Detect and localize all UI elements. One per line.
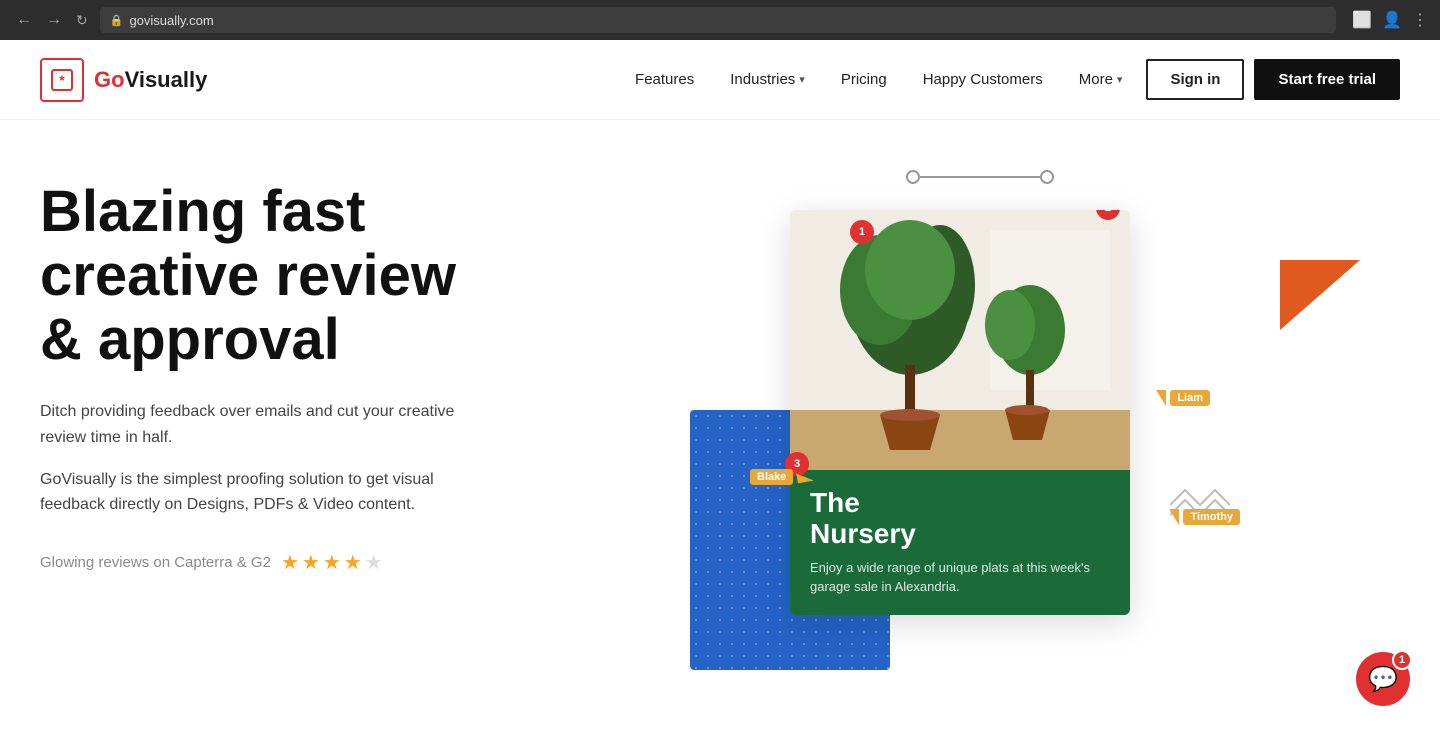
timothy-cursor-arrow bbox=[1169, 509, 1179, 525]
chat-badge: 1 bbox=[1392, 650, 1412, 670]
card-body: 2 The Nursery Enjoy a wide range of uniq… bbox=[790, 470, 1130, 615]
nav-industries[interactable]: Industries ▾ bbox=[716, 63, 819, 96]
liam-cursor-arrow bbox=[1156, 390, 1166, 406]
triangle-decoration bbox=[1280, 260, 1360, 330]
menu-icon[interactable]: ⋮ bbox=[1412, 10, 1428, 30]
browser-right-icons: ⬜ 👤 ⋮ bbox=[1352, 10, 1428, 30]
back-button[interactable]: ← bbox=[12, 9, 36, 31]
chat-icon: 💬 bbox=[1368, 665, 1398, 694]
card-image: 1 bbox=[790, 210, 1130, 470]
address-bar[interactable]: 🔒 govisually.com bbox=[100, 7, 1336, 33]
nav-happy-customers[interactable]: Happy Customers bbox=[909, 63, 1057, 96]
url-text: govisually.com bbox=[129, 13, 213, 28]
star-5: ★ bbox=[365, 550, 383, 575]
plant-illustration bbox=[790, 210, 1130, 470]
profile-icon[interactable]: 👤 bbox=[1382, 10, 1402, 30]
logo-icon: * bbox=[40, 58, 84, 102]
cursor-liam-tag: Liam bbox=[1170, 390, 1210, 406]
slider-line bbox=[920, 176, 1040, 178]
signin-button[interactable]: Sign in bbox=[1146, 59, 1244, 100]
star-4: ★ bbox=[344, 550, 362, 575]
hero-sub1: Ditch providing feedback over emails and… bbox=[40, 399, 500, 450]
star-1: ★ bbox=[281, 550, 299, 575]
hero-left: Blazing fast creative review & approval … bbox=[40, 160, 560, 736]
page: * GoVisually Features Industries ▾ Prici… bbox=[0, 40, 1440, 736]
reviews-text: Glowing reviews on Capterra & G2 bbox=[40, 554, 271, 571]
card-title: The Nursery bbox=[810, 488, 1110, 550]
card-description: Enjoy a wide range of unique plats at th… bbox=[810, 558, 1110, 597]
star-rating: ★ ★ ★ ★ ★ bbox=[281, 550, 383, 575]
cursor-timothy-tag: Timothy bbox=[1183, 509, 1240, 525]
browser-chrome: ← → ↻ 🔒 govisually.com ⬜ 👤 ⋮ bbox=[0, 0, 1440, 40]
blake-cursor-arrow bbox=[797, 470, 814, 483]
browser-nav-buttons: ← → ↻ bbox=[12, 9, 92, 31]
hero-sub2: GoVisually is the simplest proofing solu… bbox=[40, 467, 500, 518]
cursor-blake: Blake bbox=[750, 469, 813, 485]
hero-section: Blazing fast creative review & approval … bbox=[0, 120, 1440, 736]
cursor-blake-tag: Blake bbox=[750, 469, 793, 485]
chevron-down-icon: ▾ bbox=[799, 73, 805, 86]
slider-dot-right bbox=[1040, 170, 1054, 184]
nav-pricing[interactable]: Pricing bbox=[827, 63, 901, 96]
nav-links: Features Industries ▾ Pricing Happy Cust… bbox=[621, 63, 1136, 96]
logo-text: GoVisually bbox=[94, 67, 207, 93]
star-2: ★ bbox=[302, 550, 320, 575]
reviews-line: Glowing reviews on Capterra & G2 ★ ★ ★ ★… bbox=[40, 550, 560, 575]
logo[interactable]: * GoVisually bbox=[40, 58, 207, 102]
mockup-container: 3 Blake 1 bbox=[730, 210, 1230, 615]
svg-text:*: * bbox=[59, 72, 65, 88]
cursor-liam: Liam bbox=[1156, 390, 1210, 406]
hero-right: 3 Blake 1 bbox=[560, 160, 1400, 736]
nav-features[interactable]: Features bbox=[621, 63, 708, 96]
trial-button[interactable]: Start free trial bbox=[1254, 59, 1400, 100]
forward-button[interactable]: → bbox=[42, 9, 66, 31]
cursor-timothy: Timothy bbox=[1169, 509, 1240, 525]
chat-bubble[interactable]: 💬 1 bbox=[1356, 652, 1410, 706]
slider-dot-left bbox=[906, 170, 920, 184]
comment-badge-1[interactable]: 1 bbox=[850, 220, 874, 244]
slider-control[interactable] bbox=[906, 170, 1054, 184]
nav-more[interactable]: More ▾ bbox=[1065, 63, 1137, 96]
refresh-button[interactable]: ↻ bbox=[72, 10, 92, 31]
star-3: ★ bbox=[323, 550, 341, 575]
hero-heading: Blazing fast creative review & approval bbox=[40, 180, 560, 371]
lock-icon: 🔒 bbox=[110, 14, 124, 27]
cast-icon[interactable]: ⬜ bbox=[1352, 10, 1372, 30]
chevron-down-icon-more: ▾ bbox=[1117, 73, 1123, 86]
navbar: * GoVisually Features Industries ▾ Prici… bbox=[0, 40, 1440, 120]
main-card: 1 bbox=[790, 210, 1130, 615]
